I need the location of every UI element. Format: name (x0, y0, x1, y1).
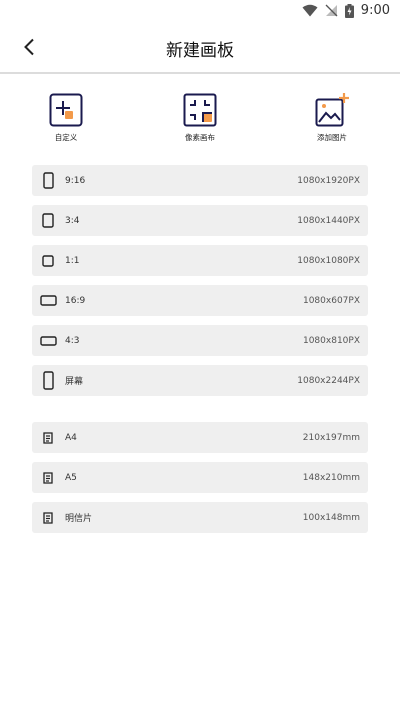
landscape-ratio-icon (39, 295, 57, 306)
page-title: 新建画板 (166, 41, 234, 61)
wifi-icon (302, 4, 318, 17)
add-image-button[interactable]: 添加图片 (292, 92, 372, 143)
ratio-size: 1080x1440PX (297, 215, 360, 226)
ratio-option-16-9[interactable]: 16:9 1080x607PX (32, 285, 368, 316)
tool-row: 自定义 像素画布 添加图片 (0, 92, 400, 152)
tool-label: 像素画布 (185, 133, 215, 142)
custom-canvas-button[interactable]: 自定义 (26, 92, 106, 143)
document-icon (43, 471, 53, 484)
landscape-ratio-icon (39, 335, 57, 346)
pixel-canvas-button[interactable]: 像素画布 (160, 92, 240, 143)
tool-label: 自定义 (54, 133, 78, 142)
ratio-name: 9:16 (65, 175, 86, 186)
ratio-name: 屏幕 (65, 377, 84, 387)
document-icon (43, 431, 53, 444)
pixel-canvas-icon (183, 93, 217, 127)
status-bar: 9:00 (0, 0, 400, 24)
phone-screen-icon (42, 371, 54, 390)
ratio-name: 1:1 (65, 255, 80, 266)
tool-label: 添加图片 (317, 133, 347, 142)
paper-option-a4[interactable]: A4 210x197mm (32, 422, 368, 453)
ratio-name: 4:3 (65, 335, 80, 346)
ratio-size: 1080x810PX (302, 335, 360, 346)
ratio-size: 1080x1920PX (297, 175, 360, 186)
ratio-size: 1080x2244PX (297, 375, 360, 386)
ratio-option-9-16[interactable]: 9:16 1080x1920PX (32, 165, 368, 196)
paper-name: A5 (65, 472, 77, 483)
paper-size: 210x197mm (302, 432, 360, 443)
paper-name: A4 (65, 432, 77, 443)
ratio-name: 16:9 (65, 295, 86, 306)
status-time: 9:00 (360, 3, 390, 18)
ratio-name: 3:4 (65, 215, 80, 226)
add-image-icon (315, 93, 349, 127)
ratio-option-1-1[interactable]: 1:1 1080x1080PX (32, 245, 368, 276)
document-icon (43, 511, 53, 524)
ratio-option-4-3[interactable]: 4:3 1080x810PX (32, 325, 368, 356)
ratio-size: 1080x1080PX (297, 255, 360, 266)
paper-name: 明信片 (65, 514, 93, 524)
paper-option-postcard[interactable]: 明信片 100x148mm (32, 502, 368, 533)
paper-option-a5[interactable]: A5 148x210mm (32, 462, 368, 493)
ratio-option-screen[interactable]: 屏幕 1080x2244PX (32, 365, 368, 396)
custom-canvas-icon (49, 93, 83, 127)
battery-icon (344, 3, 354, 18)
ratio-option-3-4[interactable]: 3:4 1080x1440PX (32, 205, 368, 236)
paper-size: 100x148mm (302, 512, 360, 523)
portrait-ratio-icon (42, 172, 54, 189)
paper-size: 148x210mm (302, 472, 360, 483)
status-icons: 9:00 (302, 3, 390, 18)
portrait-ratio-icon (42, 213, 54, 228)
app-bar: 新建画板 (0, 24, 400, 74)
no-signal-icon (325, 4, 338, 17)
square-ratio-icon (42, 254, 54, 267)
ratio-size: 1080x607PX (302, 295, 360, 306)
